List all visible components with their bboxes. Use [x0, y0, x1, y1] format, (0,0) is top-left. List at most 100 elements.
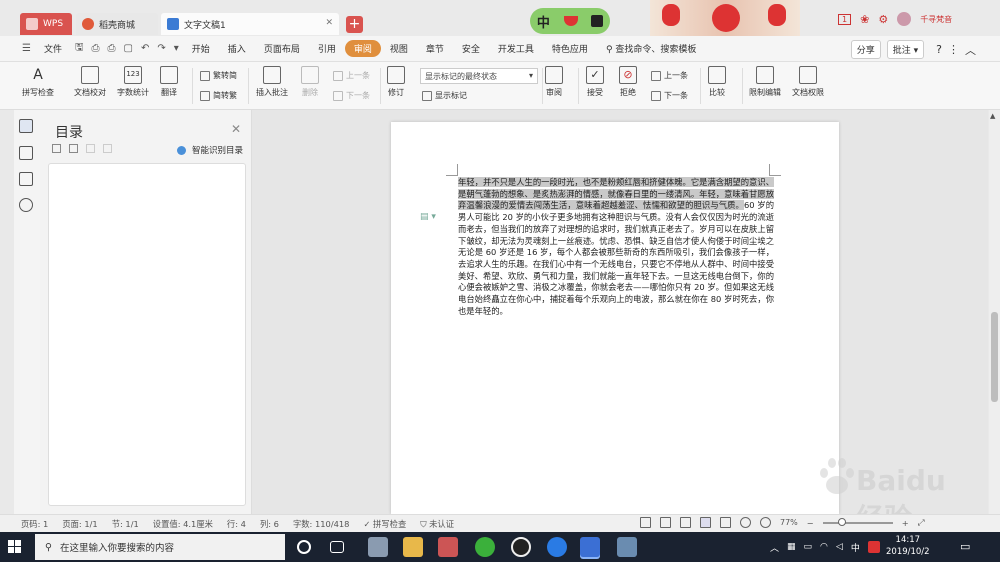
- reject-button[interactable]: ⊘ 拒绝: [619, 66, 637, 98]
- paint-brush-icon[interactable]: [617, 537, 637, 557]
- menu-insert[interactable]: 插入: [219, 42, 255, 55]
- menu-page-layout[interactable]: 页面布局: [255, 42, 309, 55]
- scroll-thumb[interactable]: [991, 312, 998, 402]
- wechat-icon[interactable]: [475, 537, 495, 557]
- comment-button[interactable]: 批注 ▾: [886, 40, 925, 59]
- translate-button[interactable]: 翻译: [160, 66, 178, 98]
- wifi-icon[interactable]: ◠: [820, 542, 828, 552]
- ime-indicator[interactable]: 中: [851, 541, 860, 554]
- delete-comment-button[interactable]: 删除: [301, 66, 319, 98]
- app-icon[interactable]: [368, 537, 388, 557]
- sogou-icon[interactable]: [547, 537, 567, 557]
- toc-nav-icon[interactable]: [19, 119, 33, 133]
- scroll-up-icon[interactable]: ▲: [990, 112, 995, 120]
- avatar[interactable]: [897, 12, 912, 26]
- menu-references[interactable]: 引用: [309, 42, 345, 55]
- accept-button[interactable]: ✓ 接受: [586, 66, 604, 98]
- status-page-number[interactable]: 页码: 1: [14, 518, 55, 530]
- insert-comment-button[interactable]: 插入批注: [256, 66, 288, 98]
- expand-icon[interactable]: [52, 144, 61, 153]
- chevron-up-icon[interactable]: ︿: [770, 541, 779, 554]
- save-icon[interactable]: 🖫: [71, 40, 88, 57]
- status-certification[interactable]: ⛉ 未认证: [413, 518, 461, 530]
- menu-security[interactable]: 安全: [453, 42, 489, 55]
- next-change-button[interactable]: 下一条: [651, 90, 688, 101]
- network-icon[interactable]: ▦: [787, 542, 796, 552]
- menu-chapter[interactable]: 章节: [417, 42, 453, 55]
- center-badge[interactable]: 中: [530, 8, 610, 34]
- command-search[interactable]: ⚲ 查找命令、搜索模板: [597, 42, 705, 55]
- doc-proof-button[interactable]: 文档校对: [74, 66, 106, 98]
- more-options-icon[interactable]: ⋮: [948, 43, 959, 56]
- reading-mode-icon[interactable]: [660, 517, 671, 528]
- new-tab-button[interactable]: +: [346, 16, 363, 33]
- remove-heading-icon[interactable]: [103, 144, 112, 153]
- body-text[interactable]: 60 岁的男人可能比 20 岁的小伙子更多地拥有这种胆识与气质。没有人会仅仅因为…: [458, 200, 774, 315]
- close-tab-icon[interactable]: ✕: [325, 18, 333, 28]
- collapse-ribbon-icon[interactable]: ︿: [965, 42, 976, 58]
- zoom-slider[interactable]: [822, 517, 893, 526]
- task-view-icon[interactable]: [330, 541, 344, 553]
- spell-check-button[interactable]: A 拼写检查: [22, 66, 54, 98]
- document-text[interactable]: 年轻，并不只是人生的一段时光，也不是粉颊红唇和挤健体魄。它是满含期望的意识、是朝…: [458, 177, 774, 317]
- qq-icon[interactable]: [511, 537, 531, 557]
- export-pdf-icon[interactable]: ⎙: [88, 43, 104, 54]
- sogou-tray-icon[interactable]: [867, 541, 880, 553]
- zoom-level[interactable]: 77%: [780, 518, 798, 527]
- outline-view-icon[interactable]: [720, 517, 731, 528]
- windows-start-icon[interactable]: [8, 540, 22, 554]
- selected-text[interactable]: 年轻，并不只是人生的一段时光，也不是粉颊红唇和挤健体魄。它是满含期望的意识、是朝…: [458, 177, 774, 211]
- taskbar-search[interactable]: ⚲ 在这里输入你要搜索的内容: [35, 534, 285, 560]
- markup-state-select[interactable]: 显示标记的最终状态 ▾: [420, 68, 538, 84]
- vertical-scrollbar[interactable]: ▲: [989, 110, 1000, 514]
- prev-comment-button[interactable]: 上一条: [333, 70, 370, 81]
- more-icon[interactable]: ▾: [170, 43, 183, 54]
- status-spell-check[interactable]: ✓ 拼写检查: [356, 518, 413, 530]
- menu-special[interactable]: 特色应用: [543, 42, 597, 55]
- revise-button[interactable]: 修订: [387, 66, 405, 98]
- menu-developer[interactable]: 开发工具: [489, 42, 543, 55]
- prev-change-button[interactable]: 上一条: [651, 70, 688, 81]
- close-icon[interactable]: ✕: [231, 122, 241, 136]
- menu-review[interactable]: 审阅: [344, 40, 381, 57]
- pages-icon[interactable]: [19, 146, 33, 160]
- undo-icon[interactable]: ↶: [137, 43, 153, 54]
- system-clock[interactable]: 14:17 2019/10/2: [886, 534, 930, 558]
- next-comment-button[interactable]: 下一条: [333, 90, 370, 101]
- skin-icon[interactable]: ❀: [860, 13, 869, 26]
- collapse-icon[interactable]: [69, 144, 78, 153]
- restrict-edit-button[interactable]: 限制编辑: [749, 66, 781, 98]
- wps-taskbar-icon[interactable]: [580, 537, 600, 557]
- user-name[interactable]: 千寻梵音: [920, 14, 952, 25]
- write-mode-icon[interactable]: [680, 517, 691, 528]
- review-pane-button[interactable]: 审阅: [545, 66, 563, 98]
- menu-view[interactable]: 视图: [381, 42, 417, 55]
- zoom-in-icon[interactable]: +: [902, 518, 909, 528]
- file-menu[interactable]: 文件: [35, 42, 71, 55]
- paint-icon[interactable]: [438, 537, 458, 557]
- redo-icon[interactable]: ↷: [153, 43, 169, 54]
- to-traditional-button[interactable]: 繁转简: [200, 70, 237, 81]
- notifications-icon[interactable]: ▭: [960, 540, 970, 553]
- share-button[interactable]: 分享: [850, 40, 881, 59]
- bookmark-icon[interactable]: [19, 172, 33, 186]
- show-markup-button[interactable]: 显示标记: [422, 90, 467, 101]
- to-simplified-button[interactable]: 简转繁: [200, 90, 237, 101]
- notification-badge[interactable]: 1: [838, 13, 852, 25]
- help-icon[interactable]: ?: [936, 43, 942, 56]
- find-icon[interactable]: [19, 198, 33, 212]
- toc-list[interactable]: [48, 163, 246, 506]
- menu-home[interactable]: 开始: [183, 42, 219, 55]
- print-icon[interactable]: ⎙: [104, 43, 120, 54]
- tab-wps[interactable]: WPS: [20, 13, 72, 35]
- zoom-slider-thumb[interactable]: [837, 517, 846, 526]
- fit-window-icon[interactable]: ⤢: [918, 517, 925, 528]
- page-view-icon[interactable]: [700, 517, 711, 528]
- eye-protection-icon[interactable]: [760, 517, 771, 528]
- web-view-icon[interactable]: [740, 517, 751, 528]
- tab-docer-store[interactable]: 稻壳商城: [76, 13, 158, 35]
- compare-button[interactable]: 比较: [708, 66, 726, 98]
- word-count-button[interactable]: 123 字数统计: [117, 66, 149, 98]
- fullscreen-icon[interactable]: [640, 517, 651, 528]
- smart-toc-button[interactable]: 智能识别目录: [177, 144, 243, 156]
